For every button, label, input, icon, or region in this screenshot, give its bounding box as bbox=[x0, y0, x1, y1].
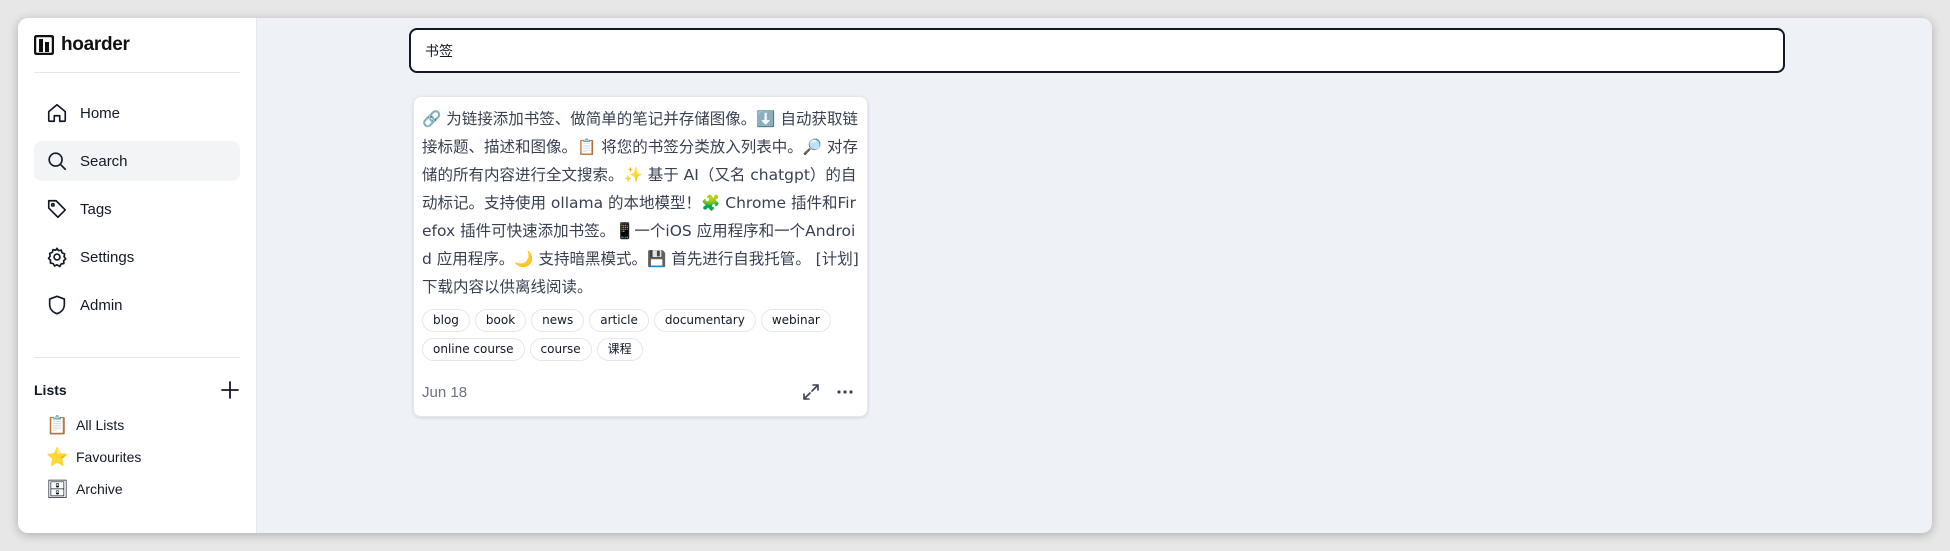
list-item-label: Archive bbox=[76, 481, 123, 497]
sidebar-item-label: Admin bbox=[80, 296, 123, 314]
logo[interactable]: hoarder bbox=[34, 32, 240, 58]
tag-badge[interactable]: documentary bbox=[653, 309, 756, 332]
tag-badge[interactable]: online course bbox=[422, 338, 525, 361]
star-icon: ⭐ bbox=[46, 446, 69, 468]
list-item-label: All Lists bbox=[76, 417, 125, 433]
tag-icon bbox=[47, 199, 67, 219]
tag-badge[interactable]: article bbox=[589, 309, 649, 332]
home-icon bbox=[47, 103, 67, 123]
plus-icon bbox=[221, 381, 239, 399]
list-item-favourites[interactable]: ⭐ Favourites bbox=[34, 441, 240, 473]
sidebar-item-settings[interactable]: Settings bbox=[34, 237, 240, 277]
list-item-archive[interactable]: 🗄 Archive bbox=[34, 473, 240, 505]
sidebar-divider bbox=[34, 357, 240, 358]
sidebar-item-tags[interactable]: Tags bbox=[34, 189, 240, 229]
sidebar-item-label: Tags bbox=[80, 200, 112, 218]
expand-icon bbox=[803, 384, 819, 400]
more-horizontal-icon bbox=[837, 390, 853, 394]
bookmark-text: 🔗 为链接添加书签、做简单的笔记并存储图像。⬇️ 自动获取链接标题、描述和图像。… bbox=[422, 110, 859, 296]
sidebar-item-search[interactable]: Search bbox=[34, 141, 240, 181]
sidebar-item-label: Home bbox=[80, 104, 121, 122]
search-input[interactable] bbox=[409, 28, 1785, 73]
more-options-button[interactable] bbox=[835, 382, 855, 402]
card-actions bbox=[801, 382, 855, 402]
gear-icon bbox=[47, 247, 67, 268]
lists-title: Lists bbox=[34, 382, 67, 398]
sidebar-item-label: Search bbox=[80, 152, 128, 170]
card-footer: Jun 18 bbox=[422, 382, 855, 402]
list-item-label: Favourites bbox=[76, 449, 142, 465]
tag-badge[interactable]: webinar bbox=[760, 309, 831, 332]
sidebar-divider bbox=[34, 72, 240, 73]
lists-header: Lists bbox=[34, 380, 240, 400]
app-window: hoarder Home Search Tags Settings Admin … bbox=[18, 18, 1932, 533]
bookmark-date[interactable]: Jun 18 bbox=[422, 384, 467, 401]
add-list-button[interactable] bbox=[220, 380, 240, 400]
lists: 📋 All Lists ⭐ Favourites 🗄 Archive bbox=[34, 409, 240, 505]
tag-list: blog book news article documentary webin… bbox=[422, 309, 859, 361]
tag-badge[interactable]: course bbox=[529, 338, 592, 361]
file-cabinet-icon: 🗄 bbox=[46, 478, 69, 500]
tag-badge[interactable]: blog bbox=[422, 309, 470, 332]
sidebar-item-admin[interactable]: Admin bbox=[34, 285, 240, 325]
sidebar-item-label: Settings bbox=[80, 248, 135, 266]
tag-badge[interactable]: news bbox=[531, 309, 585, 332]
list-item-all-lists[interactable]: 📋 All Lists bbox=[34, 409, 240, 441]
sidebar-nav: Home Search Tags Settings Admin bbox=[34, 93, 240, 325]
app-name: hoarder bbox=[61, 34, 130, 55]
clipboard-icon: 📋 bbox=[46, 414, 69, 436]
search-icon bbox=[48, 152, 67, 171]
tag-badge[interactable]: 课程 bbox=[596, 338, 643, 361]
expand-button[interactable] bbox=[801, 382, 821, 402]
bookmark-card[interactable]: 🔗 为链接添加书签、做简单的笔记并存储图像。⬇️ 自动获取链接标题、描述和图像。… bbox=[413, 96, 868, 417]
sidebar-item-home[interactable]: Home bbox=[34, 93, 240, 133]
main-content: 🔗 为链接添加书签、做简单的笔记并存储图像。⬇️ 自动获取链接标题、描述和图像。… bbox=[257, 18, 1932, 533]
sidebar: hoarder Home Search Tags Settings Admin … bbox=[18, 18, 257, 533]
tag-badge[interactable]: book bbox=[474, 309, 527, 332]
shield-icon bbox=[48, 295, 66, 315]
hoarder-logo-icon bbox=[34, 35, 54, 55]
